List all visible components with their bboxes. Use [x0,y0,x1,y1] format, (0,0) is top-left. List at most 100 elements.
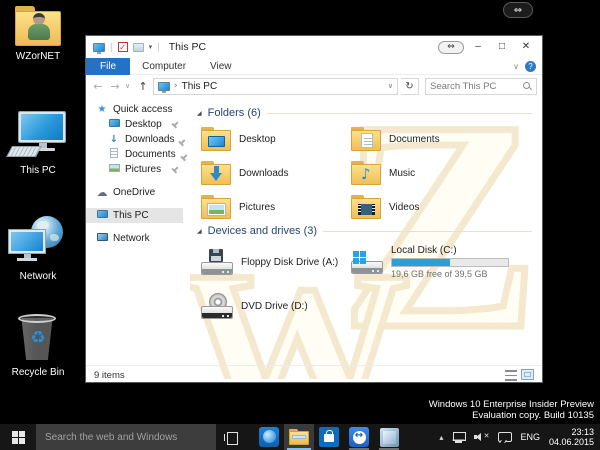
desktop-icon [109,119,120,127]
collapse-group-icon[interactable]: ◢ [197,110,202,117]
desktop-folder-icon [201,127,231,151]
minimize-button[interactable]: – [466,39,490,55]
drive-tile-floppy[interactable]: Floppy Disk Drive (A:) [201,245,351,279]
documents-folder-icon [351,127,381,151]
pin-icon [169,119,180,130]
desktop-icon-label: Recycle Bin [12,367,65,378]
recycle-glyph: ♻ [16,328,60,348]
taskbar-app-file-explorer[interactable] [284,424,314,450]
search-input[interactable] [430,81,522,92]
music-folder-icon: ♪ [351,161,381,185]
start-button[interactable] [0,424,36,450]
build-watermark: Windows 10 Enterprise Insider Preview Ev… [429,399,594,421]
disk-free-space: 19,6 GB free of 39,5 GB [391,269,509,279]
taskbar-search[interactable] [36,424,216,450]
cloud-icon: ☁ [96,186,108,199]
tray-expand-button[interactable]: ▴ [439,433,443,442]
large-icons-view-button[interactable] [521,369,534,380]
desktop-icon-network[interactable]: Network [0,216,76,282]
nav-this-pc[interactable]: This PC [86,208,183,223]
pin-icon [177,137,183,143]
window-title: This PC [169,41,206,53]
star-icon: ★ [96,104,108,115]
tab-view[interactable]: View [198,58,244,75]
desktop-icon-wzornet[interactable]: WZorNET [0,6,76,62]
nav-quick-access[interactable]: ★ Quick access [86,102,183,117]
recycle-bin-icon: ♻ [16,314,60,362]
nav-desktop[interactable]: Desktop [86,117,183,132]
drive-tile-local-disk-c[interactable]: Local Disk (C:) 19,6 GB free of 39,5 GB [351,245,521,279]
taskbar-app-store[interactable] [314,424,344,450]
nav-documents[interactable]: Documents [86,147,183,162]
this-pc-icon [158,82,170,91]
navigation-pane: ★ Quick access Desktop ↓ Downloads Docum… [86,97,183,365]
customize-toolbar-button[interactable]: ▾ [149,43,153,51]
refresh-button[interactable]: ↻ [401,78,419,95]
nav-onedrive[interactable]: ☁ OneDrive [86,185,183,200]
window-controls: ⇔ – □ ✕ [438,39,538,55]
address-dropdown-button[interactable]: ∨ [388,82,393,90]
folder-tile-downloads[interactable]: Downloads [201,161,351,185]
close-button[interactable]: ✕ [514,39,538,55]
folder-tile-music[interactable]: ♪ Music [351,161,521,185]
nav-network[interactable]: Network [86,231,183,246]
nav-pictures[interactable]: Pictures [86,162,183,177]
drive-tile-dvd[interactable]: DVD Drive (D:) [201,293,351,319]
address-box[interactable]: › This PC ∨ [153,78,398,95]
folder-tile-videos[interactable]: Videos [351,195,521,219]
file-explorer-icon [289,429,309,445]
windows-logo-icon [12,431,25,444]
tab-file[interactable]: File [86,58,130,75]
new-folder-button[interactable] [133,43,144,52]
breadcrumb[interactable]: This PC [182,81,218,92]
folder-tile-documents[interactable]: Documents [351,127,521,151]
computer-icon [97,210,108,218]
tab-computer[interactable]: Computer [130,58,198,75]
volume-muted-icon[interactable]: ✕ [474,432,489,443]
avatar [27,13,51,43]
restore-capsule-button[interactable]: ⇔ [438,41,464,54]
desktop-icon-label: This PC [20,165,56,176]
status-bar: 9 items [86,365,542,384]
folder-tile-pictures[interactable]: Pictures [201,195,351,219]
desktop-icon-recycle-bin[interactable]: ♻ Recycle Bin [0,314,76,378]
network-icon [9,216,67,266]
folder-tile-desktop[interactable]: Desktop [201,127,351,151]
up-button[interactable]: ↑ [136,80,150,93]
task-view-button[interactable] [216,424,246,450]
pin-icon [178,152,184,158]
taskbar-app-generic[interactable] [374,424,404,450]
search-icon [522,81,532,91]
action-center-icon[interactable] [498,432,511,443]
back-button[interactable]: ← [91,80,105,93]
downloads-folder-icon [201,161,231,185]
group-header-devices[interactable]: ◢ Devices and drives (3) [197,225,532,237]
pictures-folder-icon [201,195,231,219]
desktop-icon-this-pc[interactable]: This PC [0,112,76,176]
taskbar-app-edge[interactable] [254,424,284,450]
date: 04.06.2015 [549,437,594,447]
collapse-ribbon-button[interactable]: ∨ [513,62,519,71]
time: 23:13 [571,427,594,437]
help-button[interactable]: ? [525,61,536,72]
taskbar-app-teamviewer[interactable] [344,424,374,450]
clock[interactable]: 23:13 04.06.2015 [549,427,594,447]
language-indicator[interactable]: ENG [520,432,540,442]
screen-resize-button[interactable]: ⇔ [503,2,533,18]
maximize-button[interactable]: □ [490,39,514,55]
properties-button[interactable]: ✓ [118,42,128,52]
floppy-drive-icon [201,249,233,275]
details-view-button[interactable] [505,370,517,381]
forward-button[interactable]: → [108,80,122,93]
disk-usage-bar [391,258,509,267]
collapse-group-icon[interactable]: ◢ [197,228,202,235]
taskbar-search-input[interactable] [45,432,207,443]
computer-icon [9,112,67,160]
nav-downloads[interactable]: ↓ Downloads [86,132,183,147]
recent-locations-button[interactable]: ∨ [125,82,133,90]
address-bar: ← → ∨ ↑ › This PC ∨ ↻ [86,75,542,97]
network-tray-icon[interactable] [452,432,465,443]
teamviewer-icon [349,427,369,447]
explorer-search[interactable] [425,78,537,95]
group-header-folders[interactable]: ◢ Folders (6) [197,107,532,119]
